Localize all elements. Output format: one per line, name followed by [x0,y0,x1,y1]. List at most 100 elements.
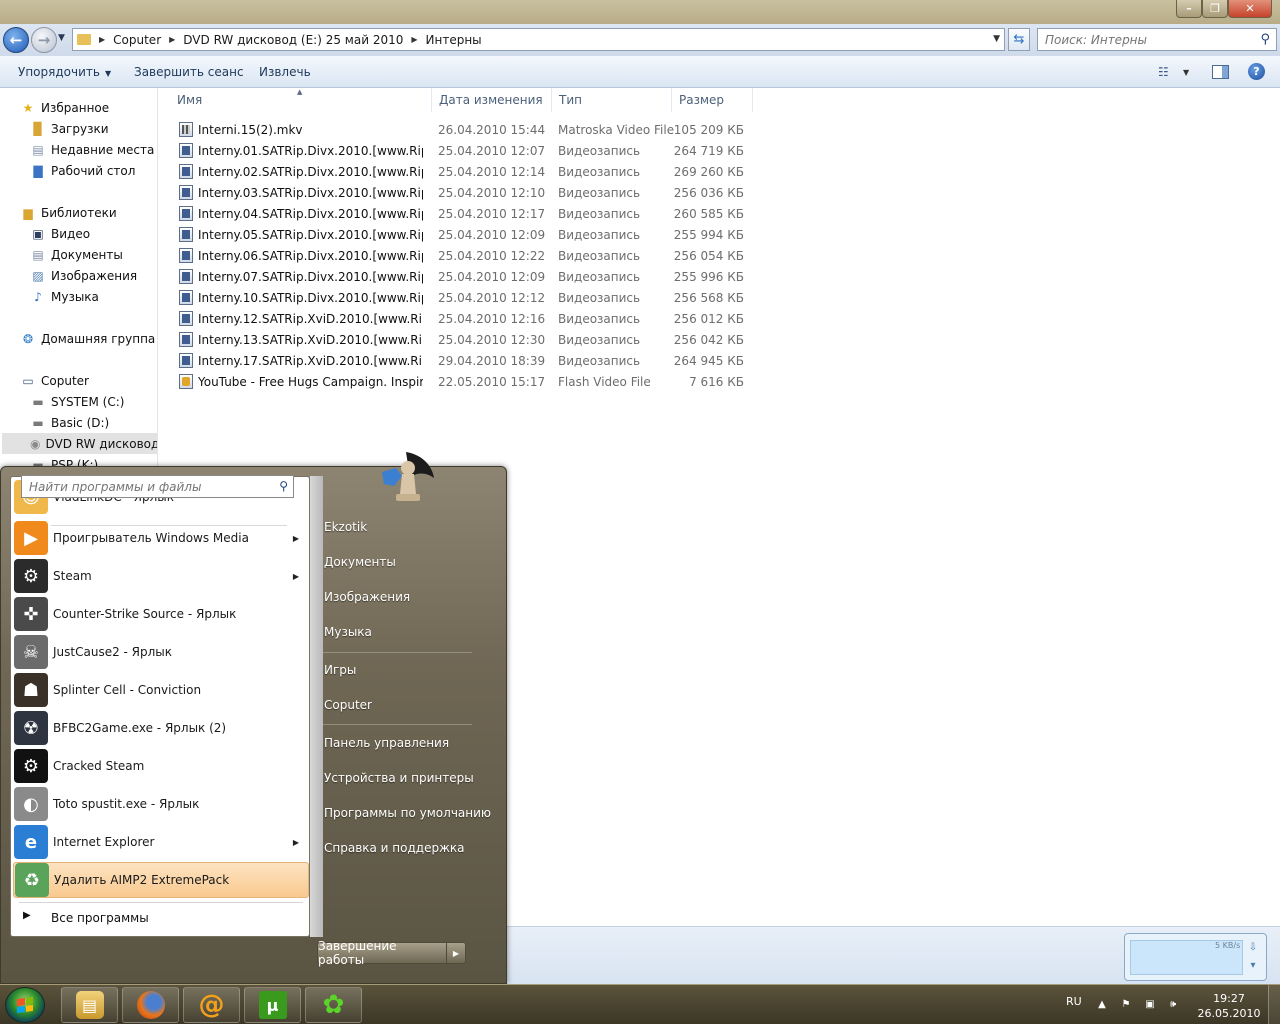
file-row[interactable]: Interny.12.SATRip.XviD.2010.[www.Riper..… [170,308,753,329]
nav-libraries[interactable]: ▆ Библиотеки [20,202,116,223]
nav-desktop[interactable]: ▇ Рабочий стол [30,160,135,181]
chevron-right-icon[interactable]: ▶ [293,572,299,581]
chevron-down-icon[interactable]: ▼ [993,34,1000,44]
network-meter-gadget[interactable]: 5 KB/s ⇩ ▾ [1124,933,1267,981]
file-row[interactable]: Interny.17.SATRip.XviD.2010.[www.Riper..… [170,350,753,371]
chevron-right-icon[interactable]: ▶ [99,35,105,44]
file-row[interactable]: Interny.10.SATRip.Divx.2010.[www.Riper..… [170,287,753,308]
search-input[interactable] [1045,29,1250,50]
all-programs-button[interactable]: ▶ Все программы [13,906,309,930]
action-center-flag-icon[interactable]: ⚑ [1119,997,1133,1011]
preview-pane-button[interactable] [1212,65,1229,79]
back-button[interactable]: ← [3,27,29,53]
taskbar-explorer[interactable]: ▤ [61,987,118,1023]
nav-pictures[interactable]: ▨ Изображения [30,265,137,286]
chevron-right-icon[interactable]: ▶ [293,838,299,847]
nav-homegroup[interactable]: ❂ Домашняя группа [20,328,155,349]
file-row[interactable]: Interny.04.SATRip.Divx.2010.[www.Riper..… [170,203,753,224]
show-desktop-button[interactable] [1268,985,1280,1024]
column-header-date[interactable]: Дата изменения [432,88,552,112]
breadcrumb-dvd-drive[interactable]: DVD RW дисковод (E:) 25 май 2010 [183,33,403,47]
taskbar-icq[interactable]: ✿ [305,987,362,1023]
clock[interactable]: 19:27 26.05.2010 [1196,991,1262,1021]
nav-drive-e[interactable]: ◉ DVD RW дисковод ( [2,433,157,454]
help-button[interactable]: ? [1248,63,1265,80]
refresh-button[interactable]: ⇆ [1008,28,1030,51]
chevron-right-icon[interactable]: ▶ [169,35,175,44]
search-box[interactable]: ⚲ [1037,28,1277,51]
start-program-item[interactable]: ♻ Удалить AIMP2 ExtremePack [13,862,309,898]
start-program-item[interactable]: ◐ Toto spustit.exe - Ярлык [13,786,309,822]
address-bar[interactable]: ▶ Coputer ▶ DVD RW дисковод (E:) 25 май … [72,28,1005,51]
forward-button[interactable]: → [31,27,57,53]
column-header-name[interactable]: Имя [170,88,432,112]
network-icon[interactable]: ▣ [1143,997,1157,1011]
end-session-button[interactable]: Завершить сеанс [134,65,244,79]
eject-button[interactable]: Извлечь [259,65,311,79]
file-row[interactable]: Interny.13.SATRip.XviD.2010.[www.Riper..… [170,329,753,350]
start-menu-scrollbar[interactable] [310,476,323,937]
file-row[interactable]: Interny.01.SATRip.Divx.2010.[www.Riper..… [170,140,753,161]
search-icon[interactable]: ⚲ [279,479,288,493]
close-button[interactable]: ✕ [1228,0,1272,18]
nav-drive-d[interactable]: ▬ Basic (D:) [30,412,109,433]
chevron-right-icon[interactable]: ▶ [411,35,417,44]
start-control-panel[interactable]: Панель управления [324,736,449,750]
chevron-down-icon[interactable]: ▼ [1183,68,1189,77]
file-row[interactable]: Interny.06.SATRip.Divx.2010.[www.Riper..… [170,245,753,266]
search-icon[interactable]: ⚲ [1260,32,1270,47]
nav-drive-c[interactable]: ▬ SYSTEM (C:) [30,391,124,412]
file-row[interactable]: Interny.03.SATRip.Divx.2010.[www.Riper..… [170,182,753,203]
minimize-button[interactable]: – [1176,0,1202,18]
start-search-input[interactable] [29,476,269,497]
taskbar-firefox[interactable] [122,987,179,1023]
start-program-item[interactable]: ☠ JustCause2 - Ярлык [13,634,309,670]
recent-pages-dropdown[interactable]: ▼ [58,33,68,47]
start-devices-printers[interactable]: Устройства и принтеры [324,771,474,785]
maximize-button[interactable]: ❐ [1202,0,1228,18]
view-options-icon[interactable]: ☷ [1158,65,1174,79]
user-picture-icon[interactable] [376,450,440,504]
start-program-item[interactable]: ⚙ Steam ▶ [13,558,309,594]
start-button[interactable] [5,987,45,1023]
language-indicator[interactable]: RU [1066,995,1082,1008]
start-search-box[interactable]: ⚲ [21,475,294,498]
nav-favorites[interactable]: ★ Избранное [20,97,110,118]
show-hidden-icons-icon[interactable]: ▲ [1095,997,1109,1011]
start-music[interactable]: Музыка [324,625,372,639]
start-program-item[interactable]: ✜ Counter-Strike Source - Ярлык [13,596,309,632]
start-pictures[interactable]: Изображения [324,590,410,604]
breadcrumb-current-folder[interactable]: Интерны [426,33,482,47]
start-program-item[interactable]: e Internet Explorer ▶ [13,824,309,860]
taskbar-utorrent[interactable]: µ [244,987,301,1023]
title-bar[interactable]: – ❐ ✕ [0,0,1280,24]
taskbar-mail-agent[interactable]: @ [183,987,240,1023]
file-row[interactable]: Interny.05.SATRip.Divx.2010.[www.Riper..… [170,224,753,245]
start-program-item[interactable]: ☗ Splinter Cell - Conviction [13,672,309,708]
shutdown-options-button[interactable]: ▶ [447,942,466,964]
start-user-folder[interactable]: Ekzotik [324,520,367,534]
start-help-support[interactable]: Справка и поддержка [324,841,465,855]
chevron-right-icon[interactable]: ▶ [293,534,299,543]
nav-downloads[interactable]: ▉ Загрузки [30,118,108,139]
start-games[interactable]: Игры [324,663,356,677]
column-header-type[interactable]: Тип [552,88,672,112]
start-default-programs[interactable]: Программы по умолчанию [324,806,491,820]
start-documents[interactable]: Документы [324,555,396,569]
file-row[interactable]: Interni.15(2).mkv 26.04.2010 15:44 Matrosk… [170,119,753,140]
nav-video[interactable]: ▣ Видео [30,223,90,244]
file-row[interactable]: YouTube - Free Hugs Campaign. Inspirin..… [170,371,753,392]
start-computer[interactable]: Coputer [324,698,372,712]
organize-button[interactable]: Упорядочить ▼ [18,65,111,79]
nav-music[interactable]: ♪ Музыка [30,286,99,307]
volume-icon[interactable]: 🕪 [1166,997,1180,1011]
file-row[interactable]: Interny.07.SATRip.Divx.2010.[www.Riper..… [170,266,753,287]
start-program-item[interactable]: ▶ Проигрыватель Windows Media ▶ [13,520,309,556]
start-program-item[interactable]: ⚙ Cracked Steam [13,748,309,784]
column-header-size[interactable]: Размер [672,88,753,112]
breadcrumb-computer[interactable]: Coputer [113,33,161,47]
file-row[interactable]: Interny.02.SATRip.Divx.2010.[www.Riper..… [170,161,753,182]
nav-computer[interactable]: ▭ Coputer [20,370,89,391]
start-program-item[interactable]: ☢ BFBC2Game.exe - Ярлык (2) [13,710,309,746]
nav-recent-places[interactable]: ▤ Недавние места [30,139,154,160]
